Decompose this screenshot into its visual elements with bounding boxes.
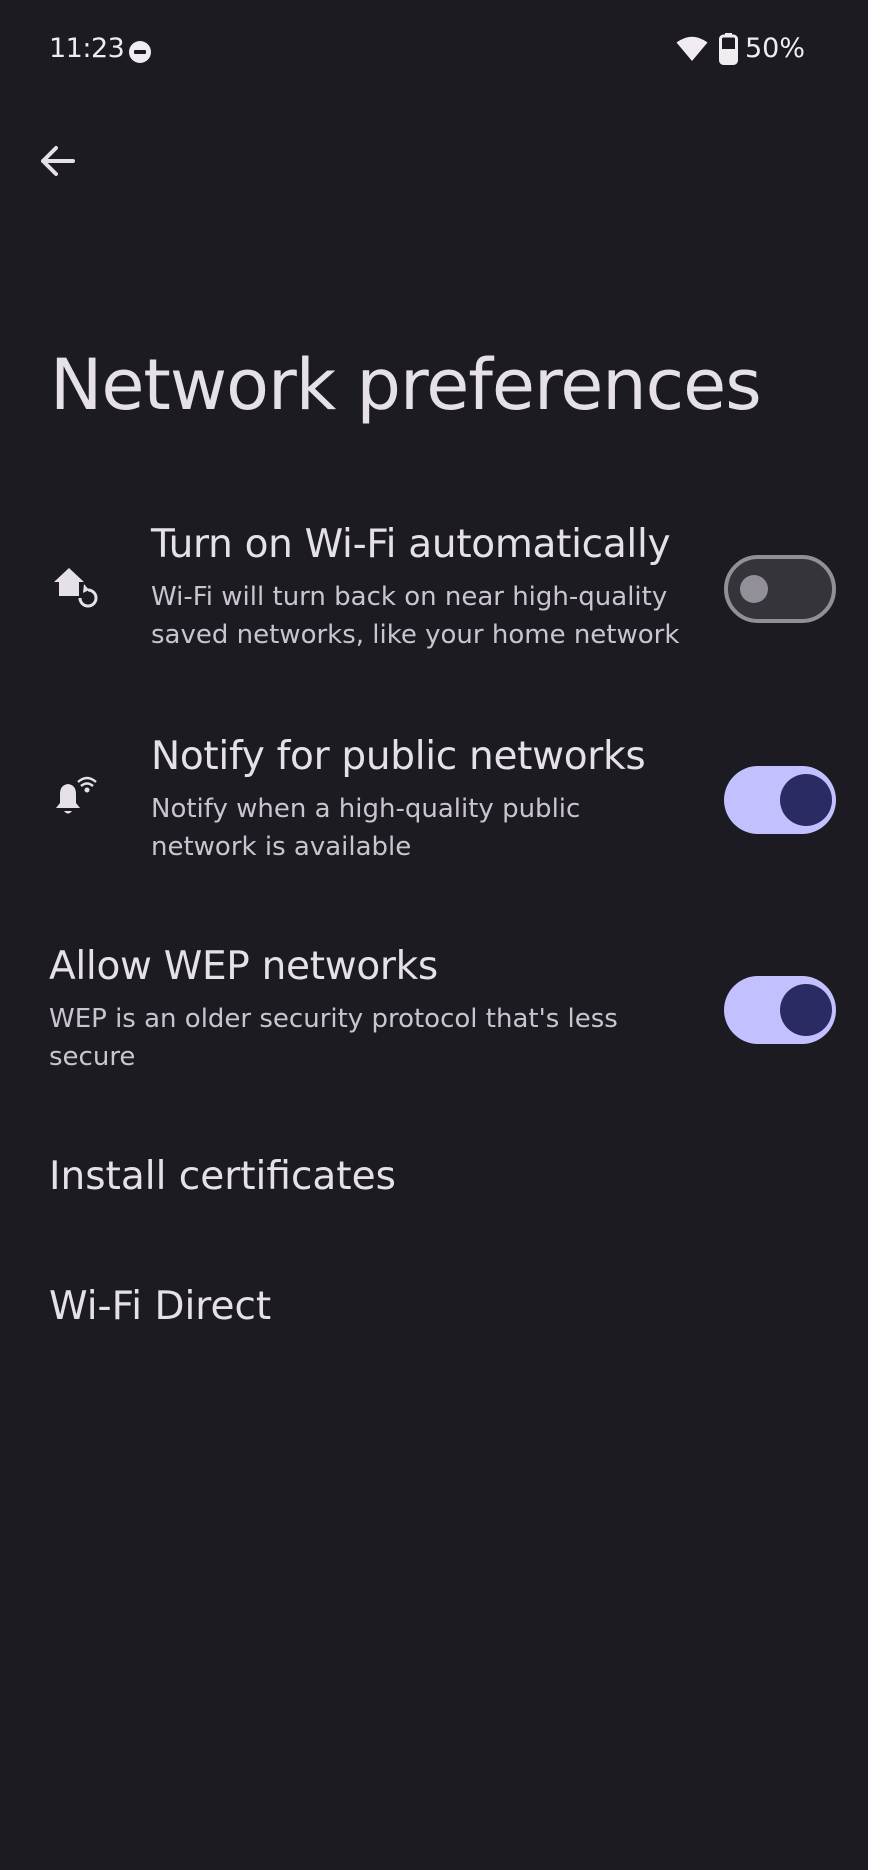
pref-notify-public-networks[interactable]: Notify for public networks Notify when a… (0, 722, 868, 882)
back-button[interactable] (32, 136, 82, 186)
battery-icon (719, 33, 738, 65)
allow-wep-toggle[interactable] (724, 976, 836, 1044)
wifi-direct-label: Wi‑Fi Direct (49, 1284, 272, 1329)
wifi-direct-item[interactable]: Wi‑Fi Direct (0, 1250, 868, 1370)
wifi-auto-home-icon (54, 568, 98, 608)
do-not-disturb-icon (129, 41, 151, 63)
pref-allow-wep-networks[interactable]: Allow WEP networks WEP is an older secur… (0, 932, 868, 1092)
status-bar: 11:23 50% (0, 0, 868, 100)
pref-title: Allow WEP networks (49, 944, 438, 989)
pref-summary: WEP is an older security protocol that's… (49, 1004, 618, 1072)
pref-title: Turn on Wi‑Fi automatically (151, 522, 671, 567)
pref-title: Notify for public networks (151, 734, 646, 779)
toggle-thumb (740, 575, 768, 603)
pref-turn-on-wifi-automatically[interactable]: Turn on Wi‑Fi automatically Wi‑Fi will t… (0, 510, 868, 670)
screen: 11:23 50% Network preferences Turn on Wi… (0, 0, 868, 1870)
page-title: Network preferences (50, 344, 762, 426)
status-time: 11:23 (49, 33, 125, 64)
arrow-back-icon (41, 146, 75, 176)
notification-wifi-icon (56, 776, 97, 814)
install-certificates-item[interactable]: Install certificates (0, 1120, 868, 1240)
toggle-thumb (780, 774, 832, 826)
battery-percentage: 50% (745, 33, 806, 64)
toggle-thumb (780, 984, 832, 1036)
pref-summary: Wi‑Fi will turn back on near high‑qualit… (151, 582, 680, 650)
wifi-signal-icon (676, 36, 708, 61)
install-certificates-label: Install certificates (49, 1154, 396, 1199)
pref-summary: Notify when a high‑quality public networ… (151, 794, 581, 862)
notify-public-networks-toggle[interactable] (724, 766, 836, 834)
wifi-auto-toggle[interactable] (724, 555, 836, 623)
